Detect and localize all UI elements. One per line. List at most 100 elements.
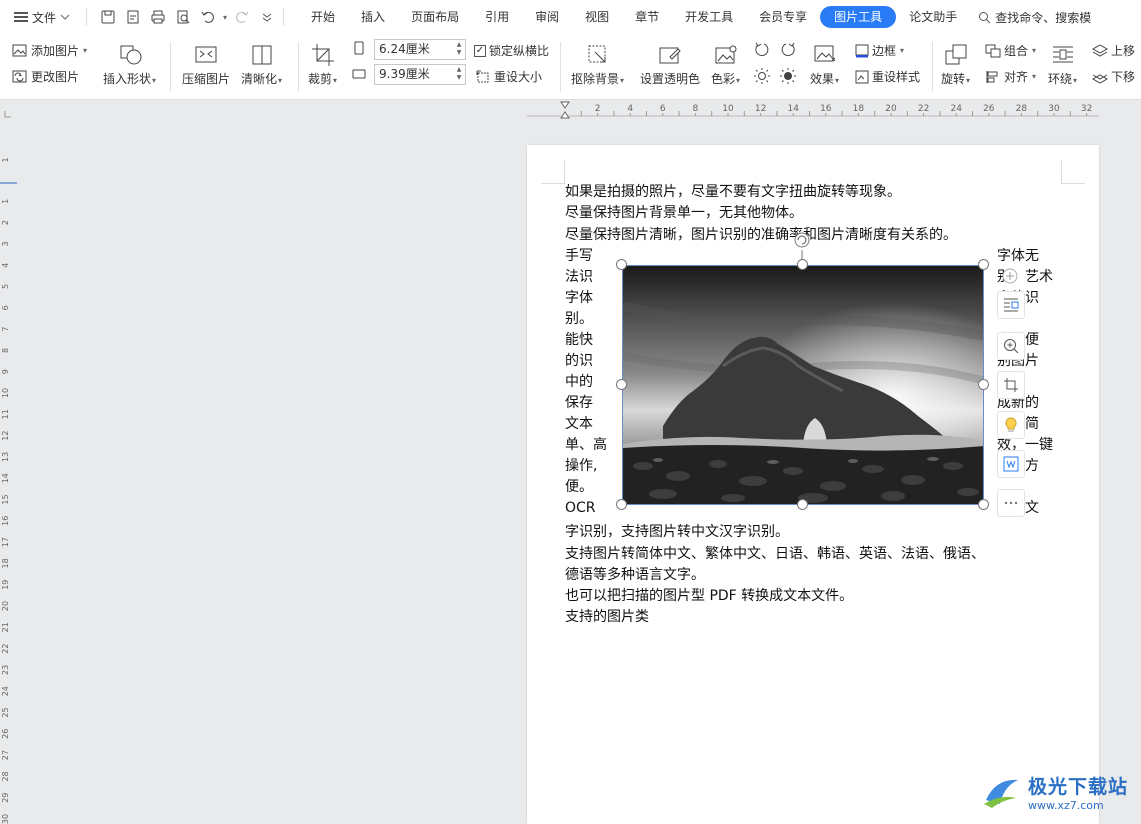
rotate-left-icon[interactable] [754, 41, 770, 57]
remove-background-button[interactable]: 抠除背景▾ [571, 40, 624, 87]
set-transparent-label: 设置透明色 [640, 72, 701, 86]
dropdown-caret-icon: ▾ [966, 76, 971, 85]
ruler-label: 20 [885, 104, 897, 114]
paragraph-line[interactable]: 支持的图片类 [565, 607, 649, 628]
width-input[interactable]: 9.39厘米 ▲ ▼ [374, 64, 466, 85]
spinner-arrows-icon[interactable]: ▲ ▼ [455, 41, 463, 57]
crop-quick-icon[interactable] [997, 371, 1025, 399]
vertical-ruler[interactable]: 1123456789101112131415161718192021222324… [0, 120, 17, 824]
insert-shape-button[interactable]: 插入形状▾ [103, 40, 156, 87]
ruler-corner-marker [4, 111, 11, 118]
undo-dropdown-icon[interactable]: ▾ [223, 13, 227, 22]
save-icon[interactable] [97, 7, 118, 28]
color-picture-icon [715, 45, 737, 64]
paragraph-line[interactable]: 尽量保持图片背景单一，无其他物体。 [565, 203, 803, 224]
change-picture-button[interactable]: 更改图片 [12, 68, 79, 85]
wrapped-text-line[interactable]: 字体 [565, 288, 593, 309]
tab-6[interactable]: 章节 [622, 6, 672, 28]
paragraph-line[interactable]: 如果是拍摄的照片，尽量不要有文字扭曲旋转等现象。 [565, 182, 901, 203]
search-command[interactable]: 查找命令、搜索模 [978, 9, 1091, 26]
resize-handle-right[interactable] [978, 379, 989, 390]
resize-handle-bottom-right[interactable] [978, 499, 989, 510]
customize-toolbar-icon[interactable] [256, 7, 277, 28]
height-icon [352, 41, 366, 55]
chevron-down-icon [60, 14, 70, 20]
sharpen-button[interactable]: 清晰化▾ [241, 40, 282, 87]
send-backward-button[interactable]: 下移 [1092, 68, 1135, 85]
group-button[interactable]: 组合 ▾ [985, 42, 1036, 59]
reset-style-label: 重设样式 [872, 70, 921, 84]
reset-style-button[interactable]: 重设样式 [855, 68, 920, 85]
smart-tips-icon[interactable] [997, 411, 1025, 439]
align-button[interactable]: 对齐 ▾ [985, 68, 1036, 85]
wrap-button[interactable]: 环绕▾ [1048, 40, 1077, 87]
export-pdf-icon[interactable] [122, 7, 143, 28]
tab-0[interactable]: 开始 [298, 6, 348, 28]
resize-handle-bottom[interactable] [797, 499, 808, 510]
effects-button[interactable]: 效果▾ [810, 40, 839, 87]
compress-picture-button[interactable]: 压缩图片 [182, 40, 230, 87]
redo-icon[interactable] [231, 7, 252, 28]
height-input[interactable]: 6.24厘米 ▲ ▼ [374, 39, 466, 60]
add-picture-button[interactable]: 添加图片 ▾ [12, 42, 87, 59]
crop-button[interactable]: 裁剪▾ [308, 40, 337, 87]
tab-8[interactable]: 会员专享 [746, 6, 820, 28]
wrapped-text-line[interactable]: 保存 [565, 393, 593, 414]
resize-handle-top-left[interactable] [616, 259, 627, 270]
undo-icon[interactable] [197, 7, 218, 28]
tab-2[interactable]: 页面布局 [398, 6, 472, 28]
wrapped-text-line[interactable]: 便。 [565, 477, 593, 498]
horizontal-ruler[interactable]: 2 4 6 8 10 12 14 16 18 20 22 24 26 28 30 32 [527, 100, 1099, 120]
indent-marker-icon[interactable] [560, 101, 570, 119]
rotate-button[interactable]: 旋转▾ [941, 40, 970, 87]
tab-5[interactable]: 视图 [572, 6, 622, 28]
brightness-up-icon[interactable] [754, 68, 770, 84]
print-preview-icon[interactable] [172, 7, 193, 28]
file-menu-button[interactable]: 文件 [0, 0, 80, 34]
wrapped-text-line[interactable]: 别。 [565, 309, 593, 330]
wrapped-text-line[interactable]: 单、高 [565, 435, 607, 456]
paragraph-line[interactable]: 字识别，支持图片转中文汉字识别。 [565, 522, 789, 543]
ruler-label: 10 [1, 388, 10, 398]
reset-size-icon [476, 70, 489, 82]
wrapped-text-line[interactable]: 操作, [565, 456, 597, 477]
resize-handle-left[interactable] [616, 379, 627, 390]
shape-icon [120, 45, 142, 65]
resize-handle-top[interactable] [797, 259, 808, 270]
selected-picture[interactable] [622, 265, 984, 505]
wrapped-text-line[interactable]: 手写 [565, 246, 593, 267]
set-transparent-button[interactable]: 设置透明色 [640, 40, 700, 87]
tab-3[interactable]: 引用 [472, 6, 522, 28]
tab-4[interactable]: 审阅 [522, 6, 572, 28]
reset-size-button[interactable]: 重设大小 [476, 68, 542, 85]
paragraph-line[interactable]: 尽量保持图片清晰，图片识别的准确率和图片清晰度有关系的。 [565, 225, 957, 246]
tab-10[interactable]: 论文助手 [896, 6, 970, 28]
wrapped-text-line[interactable]: 能快 [565, 330, 593, 351]
resize-handle-bottom-left[interactable] [616, 499, 627, 510]
color-button[interactable]: 色彩▾ [711, 40, 740, 87]
resize-handle-top-right[interactable] [978, 259, 989, 270]
lock-ratio-checkbox[interactable]: ✓ 锁定纵横比 [474, 42, 549, 59]
paragraph-line[interactable]: 德语等多种语言文字。 [565, 565, 705, 586]
spinner-arrows-icon[interactable]: ▲ ▼ [455, 66, 463, 82]
layout-options-icon[interactable] [997, 291, 1025, 319]
wrapped-text-line[interactable]: 的识 [565, 351, 593, 372]
rotate-right-icon[interactable] [780, 41, 796, 57]
print-icon[interactable] [147, 7, 168, 28]
wrapped-text-line[interactable]: 文本 [565, 414, 593, 435]
wrapped-text-line[interactable]: 中的 [565, 372, 593, 393]
more-options-icon[interactable] [997, 489, 1025, 517]
brightness-down-icon[interactable] [780, 68, 796, 84]
paragraph-line[interactable]: 也可以把扫描的图片型 PDF 转换成文本文件。 [565, 586, 853, 607]
add-element-icon[interactable] [997, 263, 1023, 289]
wrapped-text-line[interactable]: 法识 [565, 267, 593, 288]
tab-9[interactable]: 图片工具 [820, 6, 897, 28]
extract-text-icon[interactable] [997, 450, 1025, 478]
border-button[interactable]: 边框 ▾ [855, 42, 904, 59]
tab-7[interactable]: 开发工具 [672, 6, 746, 28]
bring-forward-button[interactable]: 上移 [1092, 42, 1135, 59]
tab-1[interactable]: 插入 [348, 6, 398, 28]
zoom-in-icon[interactable] [997, 332, 1025, 360]
paragraph-line[interactable]: 支持图片转简体中文、繁体中文、日语、韩语、英语、法语、俄语、 [565, 544, 985, 565]
wrapped-text-line[interactable]: OCR [565, 498, 596, 519]
